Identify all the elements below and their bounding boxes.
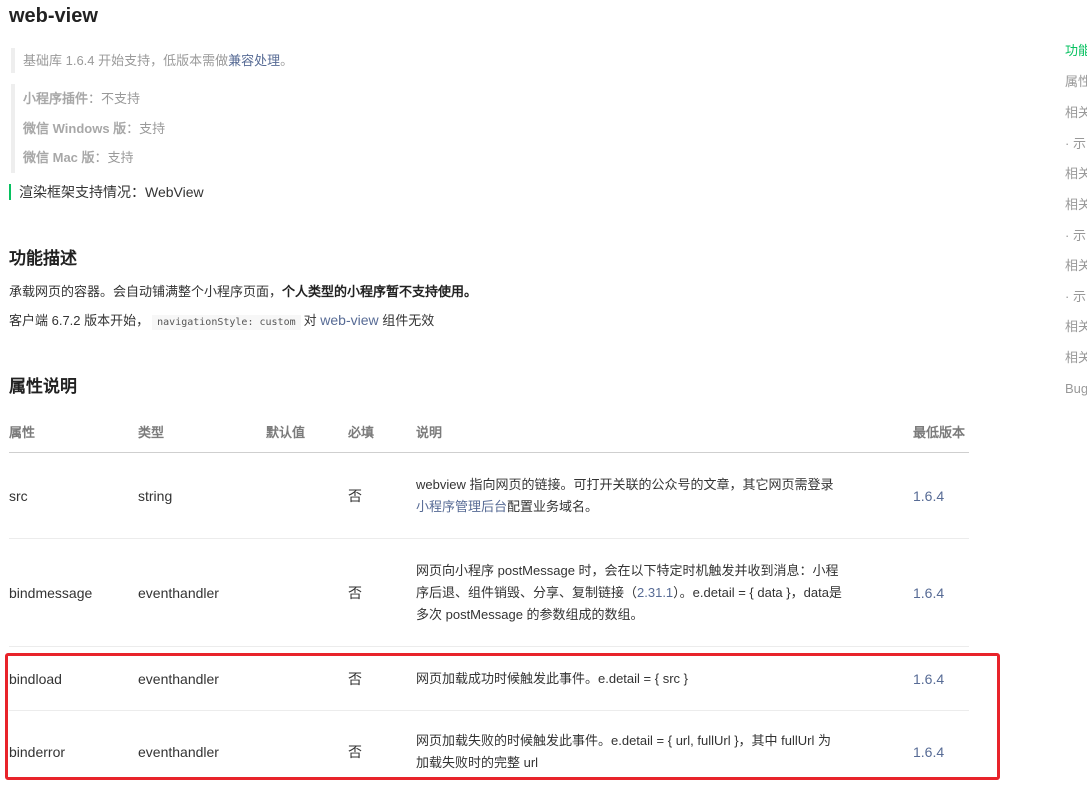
platform-label: 微信 Windows 版 [23,120,127,136]
attr-default [266,452,348,539]
toc-item[interactable]: · 示 [1065,133,1087,163]
version-link[interactable]: 2.31.1 [637,585,673,600]
attr-required: 否 [348,646,416,711]
attr-type: eventhandler [138,646,266,711]
header-type: 类型 [138,410,266,453]
table-row: src string 否 webview 指向网页的链接。可打开关联的公众号的文… [9,452,969,539]
toc-item[interactable]: 相关 [1065,163,1087,194]
attr-name: bindmessage [9,538,138,647]
note-suffix: 组件无效 [382,313,435,328]
notice-text: 基础库 1.6.4 开始支持，低版本需做 [23,53,229,68]
attr-type: string [138,452,266,539]
table-row: binderror eventhandler 否 网页加载失败的时候触发此事件。… [9,711,969,794]
navigation-style-note: 客户端 6.7.2 版本开始， navigationStyle: custom 对 … [9,311,434,332]
platform-value: 支持 [107,150,134,165]
desc-text: webview 指向网页的链接。可打开关联的公众号的文章，其它网页需登录 [416,476,834,492]
base-library-notice: 基础库 1.6.4 开始支持，低版本需做兼容处理。 [11,48,443,73]
attr-version[interactable]: 1.6.4 [913,711,969,794]
compat-handling-link[interactable]: 兼容处理 [228,53,280,68]
toc-item[interactable]: 功能 [1065,40,1087,71]
note-mid: 对 [303,313,317,328]
platform-row-mac: 微信 Mac 版：支持 [23,143,443,173]
header-description: 说明 [416,410,913,453]
attr-type: eventhandler [138,538,266,647]
attr-description: webview 指向网页的链接。可打开关联的公众号的文章，其它网页需登录 小程序管… [416,452,913,539]
attr-name: src [9,452,138,539]
table-row: bindmessage eventhandler 否 网页向小程序 postMe… [9,538,969,647]
note-prefix: 客户端 6.7.2 版本开始， [9,313,150,328]
attr-required: 否 [348,744,362,760]
attr-version[interactable]: 1.6.4 [913,538,969,647]
attr-description: 网页加载失败的时候触发此事件。e.detail = { url, fullUrl… [416,733,831,770]
attr-version[interactable]: 1.6.4 [913,452,969,539]
render-framework-note: 渲染框架支持情况：WebView [9,184,204,200]
attr-default [266,711,348,794]
toc-item[interactable]: 相关 [1065,347,1087,378]
attributes-table: 属性 类型 默认值 必填 说明 最低版本 src string 否 webvie… [9,410,969,793]
platform-label: 小程序插件 [23,91,89,106]
web-view-link[interactable]: web-view [320,312,378,328]
toc-item[interactable]: · 示 [1065,286,1087,316]
platform-value: 不支持 [101,91,141,106]
platform-sep: ： [88,91,102,106]
attr-name: binderror [9,744,66,760]
platform-row-windows: 微信 Windows 版：支持 [23,114,443,144]
table-row: bindload eventhandler 否 网页加载成功时候触发此事件。e.… [9,646,969,711]
mp-admin-link[interactable]: 小程序管理后台 [416,499,507,514]
header-default: 默认值 [266,410,348,453]
toc-item[interactable]: · 示 [1065,225,1087,255]
attr-description: 网页向小程序 postMessage 时，会在以下特定时机触发并收到消息：小程序… [416,538,913,647]
platform-sep: ： [126,120,140,136]
platform-label: 微信 Mac 版 [23,150,95,165]
attr-version[interactable]: 1.6.4 [913,646,969,711]
platform-sep: ： [94,150,108,165]
attributes-heading: 属性说明 [9,377,77,396]
attr-required: 否 [348,452,416,539]
function-heading: 功能描述 [9,249,77,268]
header-required: 必填 [348,410,416,453]
header-min-version: 最低版本 [913,410,969,453]
function-description: 承载网页的容器。会自动铺满整个小程序页面，个人类型的小程序暂不支持使用。 [9,281,477,300]
attr-default [266,538,348,647]
platform-value: 支持 [139,120,166,136]
attr-default [266,646,348,711]
toc-item[interactable]: 相关 [1065,316,1087,347]
toc-item[interactable]: 属性 [1065,71,1087,102]
toc-item[interactable]: Bug [1065,378,1087,409]
attr-required: 否 [348,538,416,647]
attr-type: eventhandler [138,744,219,760]
function-bold-text: 个人类型的小程序暂不支持使用。 [282,284,478,299]
navigation-style-code: navigationStyle: custom [152,315,301,330]
desc-suffix: 配置业务域名。 [507,498,599,514]
table-of-contents: 功能 属性 相关 · 示 相关 相关 · 示 相关 · 示 相关 相关 Bug [1065,40,1087,409]
page-title: web-view [9,5,98,27]
platform-row-plugin: 小程序插件：不支持 [23,84,443,114]
toc-item[interactable]: 相关 [1065,255,1087,286]
notice-suffix: 。 [280,53,294,68]
function-text: 承载网页的容器。会自动铺满整个小程序页面， [9,284,283,299]
header-attr: 属性 [9,410,138,453]
attr-name: bindload [9,646,138,711]
table-header-row: 属性 类型 默认值 必填 说明 最低版本 [9,410,969,453]
toc-item[interactable]: 相关 [1065,194,1087,225]
platform-support-notice: 小程序插件：不支持 微信 Windows 版：支持 微信 Mac 版：支持 [11,84,443,173]
attr-description: 网页加载成功时候触发此事件。e.detail = { src } [416,646,913,711]
toc-item[interactable]: 相关 [1065,102,1087,133]
